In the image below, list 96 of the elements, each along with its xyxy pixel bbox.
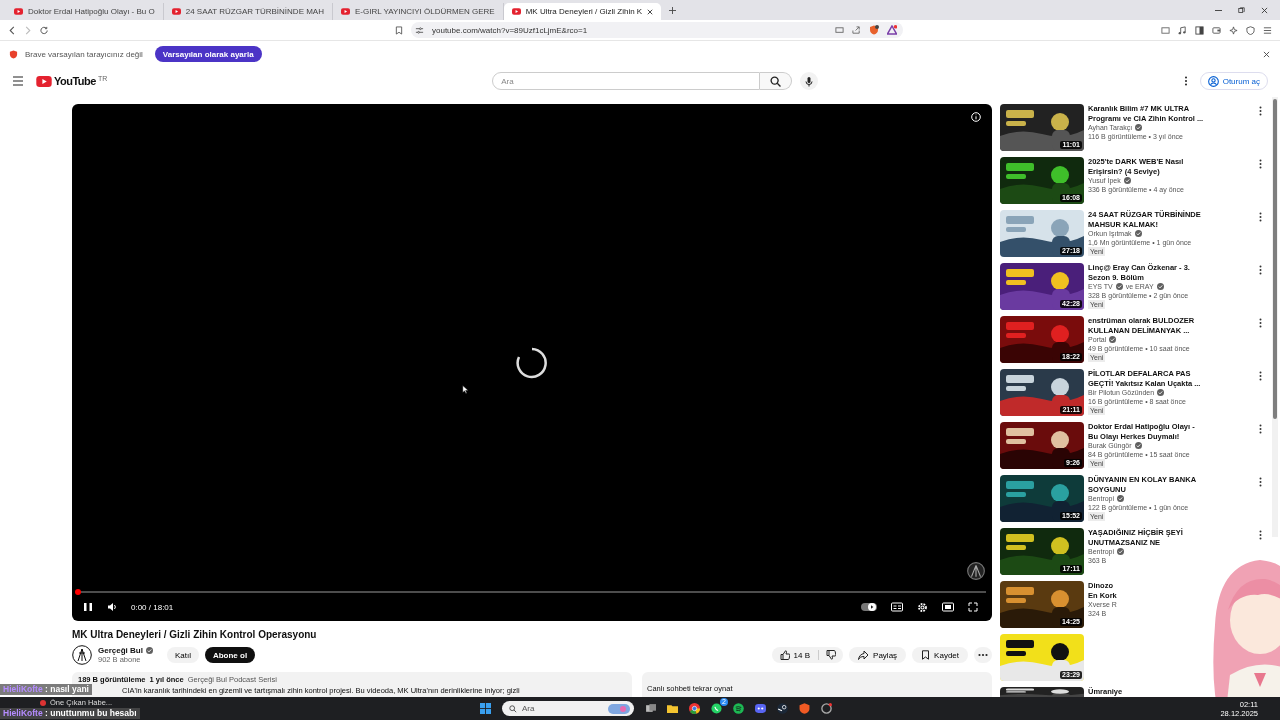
game-controller-icon[interactable]: [755, 703, 766, 714]
time-display: 0:00 / 18:01: [131, 602, 174, 612]
restore-icon[interactable]: [1238, 6, 1245, 14]
close-icon[interactable]: [1263, 50, 1270, 58]
more-icon[interactable]: [1259, 477, 1262, 487]
gears-icon[interactable]: [777, 703, 788, 714]
address-field[interactable]: youtube.com/watch?v=89Uzf1cLjmE&rco=1: [432, 25, 588, 35]
more-icon[interactable]: [1259, 318, 1262, 328]
info-icon[interactable]: [971, 112, 981, 122]
browser-tab[interactable]: MK Ultra Deneyleri / Gizli Zihin K: [503, 3, 662, 20]
task-view-icon[interactable]: [645, 703, 656, 714]
save-button[interactable]: Kaydet: [912, 647, 968, 663]
search-button[interactable]: [760, 72, 793, 90]
chat-message-toast: HieliKofte : nasıl yani: [0, 684, 92, 695]
reload-icon[interactable]: [40, 25, 49, 35]
wallet-icon[interactable]: [1212, 25, 1221, 35]
new-tab-icon[interactable]: [669, 6, 677, 14]
video-title: MK Ultra Deneyleri / Gizli Zihin Kontrol Operasyonu: [72, 629, 318, 640]
more-actions-button[interactable]: [974, 647, 992, 663]
windows-icon[interactable]: [480, 703, 491, 714]
verified-icon: [145, 647, 153, 654]
settings-icon[interactable]: [917, 601, 928, 613]
chat-message-toast: HieliKofte : unuttunmu bu hesabı: [0, 708, 140, 719]
menu-icon[interactable]: [1263, 25, 1272, 35]
youtube-icon: [171, 8, 181, 15]
set-default-button[interactable]: Varsayılan olarak ayarla: [154, 46, 262, 62]
search-art-icon: [608, 703, 630, 714]
bookmark-icon[interactable]: [395, 25, 403, 35]
infobar-text: Brave varsayılan tarayıcınız değil: [25, 49, 143, 59]
verified-icon: [1156, 283, 1164, 290]
sound-waves-icon[interactable]: [733, 703, 744, 714]
more-icon[interactable]: [1259, 371, 1262, 381]
close-icon[interactable]: [647, 8, 654, 15]
reader-icon[interactable]: [1161, 25, 1170, 35]
youtube-icon: [14, 8, 23, 15]
sign-in-button[interactable]: Oturum aç: [1199, 72, 1268, 90]
voice-search-button[interactable]: [800, 72, 819, 90]
more-icon[interactable]: [1259, 106, 1262, 116]
scrollbar-thumb[interactable]: [1273, 99, 1277, 419]
search-field[interactable]: Ara: [492, 72, 761, 90]
more-icon[interactable]: [1259, 265, 1262, 275]
channel-avatar-icon[interactable]: [72, 645, 92, 665]
cursor-icon: [462, 384, 469, 395]
more-icon: [978, 653, 988, 657]
more-icon[interactable]: [1259, 212, 1262, 222]
loading-spinner-icon: [516, 347, 548, 379]
video-player[interactable]: 0:00 / 18:01: [72, 104, 992, 621]
menu-icon[interactable]: [13, 76, 23, 86]
search-icon: [770, 75, 782, 87]
search-icon: [509, 704, 517, 713]
youtube-icon: [340, 8, 350, 15]
taskbar-search-field[interactable]: Ara: [502, 701, 634, 716]
site-settings-icon[interactable]: [415, 25, 424, 35]
join-button[interactable]: Katıl: [166, 647, 199, 663]
news-badge-icon: [40, 699, 46, 706]
triangle-icon[interactable]: [887, 25, 897, 35]
account-icon: [1207, 75, 1219, 87]
youtube-logo-icon[interactable]: [36, 75, 52, 87]
close-icon[interactable]: [1261, 6, 1268, 14]
cast-icon[interactable]: [835, 25, 844, 35]
subscribe-button[interactable]: Abone ol: [204, 647, 256, 663]
volume-icon[interactable]: [107, 602, 117, 612]
miniplayer-icon[interactable]: [942, 602, 954, 612]
logo-text[interactable]: YouTube: [54, 75, 96, 87]
subtitles-icon[interactable]: [891, 602, 903, 612]
microphone-icon: [804, 75, 815, 87]
thumbs-up-icon: [779, 650, 790, 660]
share-icon[interactable]: [852, 25, 861, 35]
bookmark-icon: [921, 650, 931, 660]
progress-handle[interactable]: [75, 589, 81, 595]
channel-watermark-icon[interactable]: [967, 562, 985, 580]
youtube-icon: [511, 8, 521, 15]
more-icon[interactable]: [1183, 76, 1188, 86]
more-icon[interactable]: [1259, 159, 1262, 169]
pause-icon[interactable]: [83, 602, 93, 612]
more-icon[interactable]: [1259, 424, 1262, 434]
swirl-icon[interactable]: [821, 703, 832, 714]
music-icon[interactable]: [1178, 25, 1187, 35]
channel-name[interactable]: Gerçeği Bul: [98, 646, 143, 655]
sidebar-icon[interactable]: [1195, 25, 1204, 35]
chrome-icon[interactable]: [689, 703, 700, 714]
back-icon[interactable]: [8, 25, 16, 35]
share-button[interactable]: Paylaş: [849, 647, 907, 663]
lion-shield-icon[interactable]: [799, 703, 810, 714]
thumbs-down-icon: [826, 650, 837, 660]
share-arrow-icon: [858, 650, 870, 660]
sparkle-icon[interactable]: [1229, 25, 1238, 35]
autoplay-toggle-icon[interactable]: [861, 602, 877, 612]
scrollbar[interactable]: [1272, 97, 1278, 537]
more-icon[interactable]: [1259, 530, 1262, 540]
fullscreen-icon[interactable]: [968, 602, 978, 612]
folder-icon[interactable]: [667, 703, 678, 714]
lion-icon: [9, 49, 18, 59]
vpn-shield-icon[interactable]: [1246, 25, 1255, 35]
lion-shield-icon[interactable]: [869, 25, 879, 35]
chat-bubble-icon[interactable]: [711, 703, 722, 714]
